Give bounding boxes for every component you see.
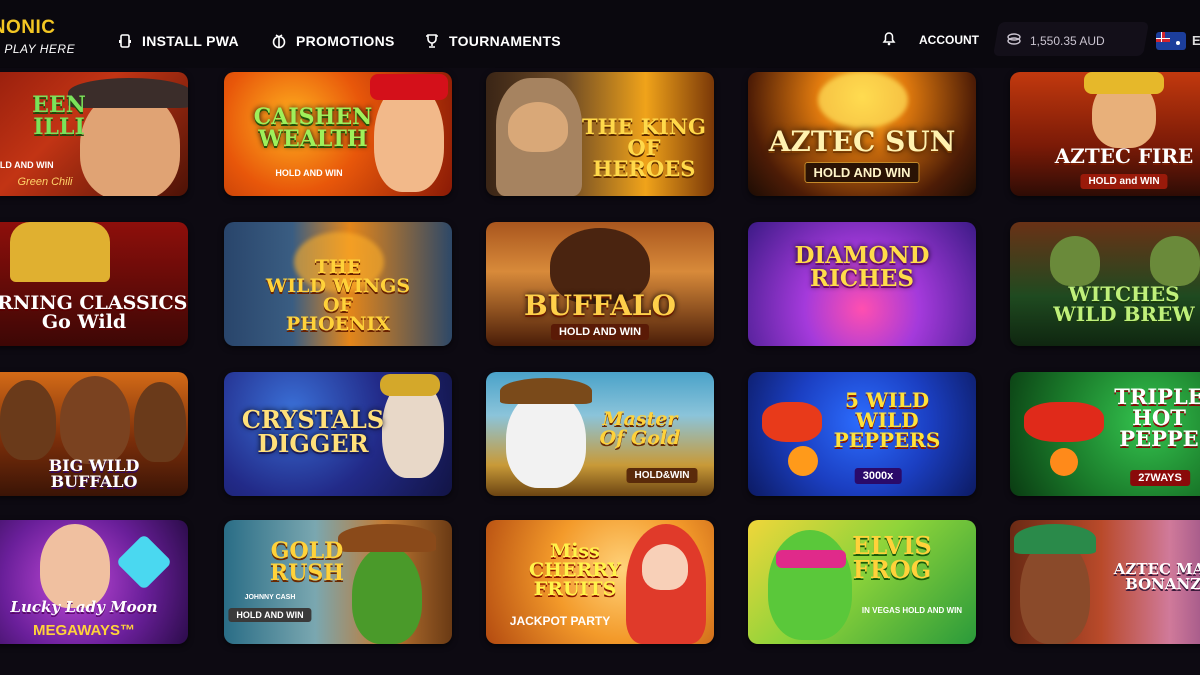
game-tile[interactable]: GOLD RUSH JOHNNY CASH HOLD AND WIN xyxy=(224,520,452,644)
game-subtitle: HOLD AND WIN xyxy=(275,168,343,178)
game-tile[interactable]: CRYSTALS DIGGER xyxy=(224,372,452,496)
game-title: Miss CHERRY FRUITS xyxy=(528,540,622,600)
game-subtitle: 27WAYS xyxy=(1130,470,1190,486)
game-title: TRIPLE HOT PEPPE xyxy=(1114,384,1200,451)
game-title: CRYSTALS DIGGER xyxy=(241,405,385,458)
game-title: DIAMOND RICHES xyxy=(794,242,930,292)
game-subtitle: JACKPOT PARTY xyxy=(509,614,611,628)
game-title: AZTEC FIRE xyxy=(1054,144,1194,168)
game-subtitle: HOLD AND WIN xyxy=(0,160,54,170)
game-tile[interactable]: AZTEC SUN HOLD AND WIN xyxy=(748,72,976,196)
game-tile[interactable]: TRIPLE HOT PEPPE 27WAYS xyxy=(1010,372,1200,496)
game-caption: JOHNNY CASH xyxy=(244,594,296,601)
game-tile[interactable]: THE KING OF HEROES xyxy=(486,72,714,196)
game-title: WITCHES WILD BREW xyxy=(1053,282,1195,326)
game-tile[interactable]: Master Of Gold HOLD&WIN xyxy=(486,372,714,496)
game-title: URNING CLASSICS Go Wild xyxy=(0,292,188,333)
game-subtitle: MEGAWAYS™ xyxy=(33,622,135,639)
game-tile[interactable]: THE WILD WINGS OF PHOENIX xyxy=(224,222,452,346)
game-tile[interactable]: BUFFALO HOLD AND WIN xyxy=(486,222,714,346)
game-subtitle: HOLD and WIN xyxy=(1080,174,1168,189)
game-tile[interactable]: EEN ILLI HOLD AND WIN Green Chili xyxy=(0,72,188,196)
game-tile[interactable]: Miss CHERRY FRUITS JACKPOT PARTY xyxy=(486,520,714,644)
game-caption: Green Chili xyxy=(17,176,73,188)
game-grid: EEN ILLI HOLD AND WIN Green Chili CAISHE… xyxy=(0,0,1200,675)
game-tile[interactable]: 5 WILD WILD PEPPERS 3000x xyxy=(748,372,976,496)
game-title: 5 WILD WILD PEPPERS xyxy=(833,388,941,452)
game-title: AZTEC SUN xyxy=(768,125,956,158)
game-title: THE WILD WINGS OF PHOENIX xyxy=(265,256,411,335)
game-subtitle: IN VEGAS HOLD AND WIN xyxy=(861,606,963,615)
game-tile[interactable]: BIG WILD BUFFALO xyxy=(0,372,188,496)
game-title: AZTEC MAGI BONANZA xyxy=(1113,560,1200,593)
game-tile[interactable]: AZTEC MAGI BONANZA xyxy=(1010,520,1200,644)
game-title: BUFFALO xyxy=(523,289,676,322)
game-tile[interactable]: ELVIS FROG IN VEGAS HOLD AND WIN xyxy=(748,520,976,644)
game-subtitle: HOLD AND WIN xyxy=(550,324,650,340)
game-title: EEN ILLI xyxy=(32,92,86,140)
game-title: ELVIS FROG xyxy=(852,531,932,584)
game-subtitle: 3000x xyxy=(854,468,902,484)
game-tile[interactable]: URNING CLASSICS Go Wild xyxy=(0,222,188,346)
game-title: THE KING OF HEROES xyxy=(582,114,706,181)
game-tile[interactable]: CAISHEN WEALTH HOLD AND WIN xyxy=(224,72,452,196)
game-title: CAISHEN WEALTH xyxy=(253,104,373,152)
game-title: Master Of Gold xyxy=(599,408,681,449)
game-subtitle: HOLD AND WIN xyxy=(804,162,920,183)
game-subtitle: HOLD AND WIN xyxy=(228,608,312,622)
game-tile[interactable]: WITCHES WILD BREW xyxy=(1010,222,1200,346)
game-tile[interactable]: DIAMOND RICHES xyxy=(748,222,976,346)
game-title: Lucky Lady Moon xyxy=(10,598,158,616)
game-title: GOLD RUSH xyxy=(269,538,345,586)
game-tile[interactable]: Lucky Lady Moon MEGAWAYS™ xyxy=(0,520,188,644)
game-subtitle: HOLD&WIN xyxy=(626,468,698,483)
game-title: BIG WILD BUFFALO xyxy=(48,456,140,491)
game-tile[interactable]: AZTEC FIRE HOLD and WIN xyxy=(1010,72,1200,196)
